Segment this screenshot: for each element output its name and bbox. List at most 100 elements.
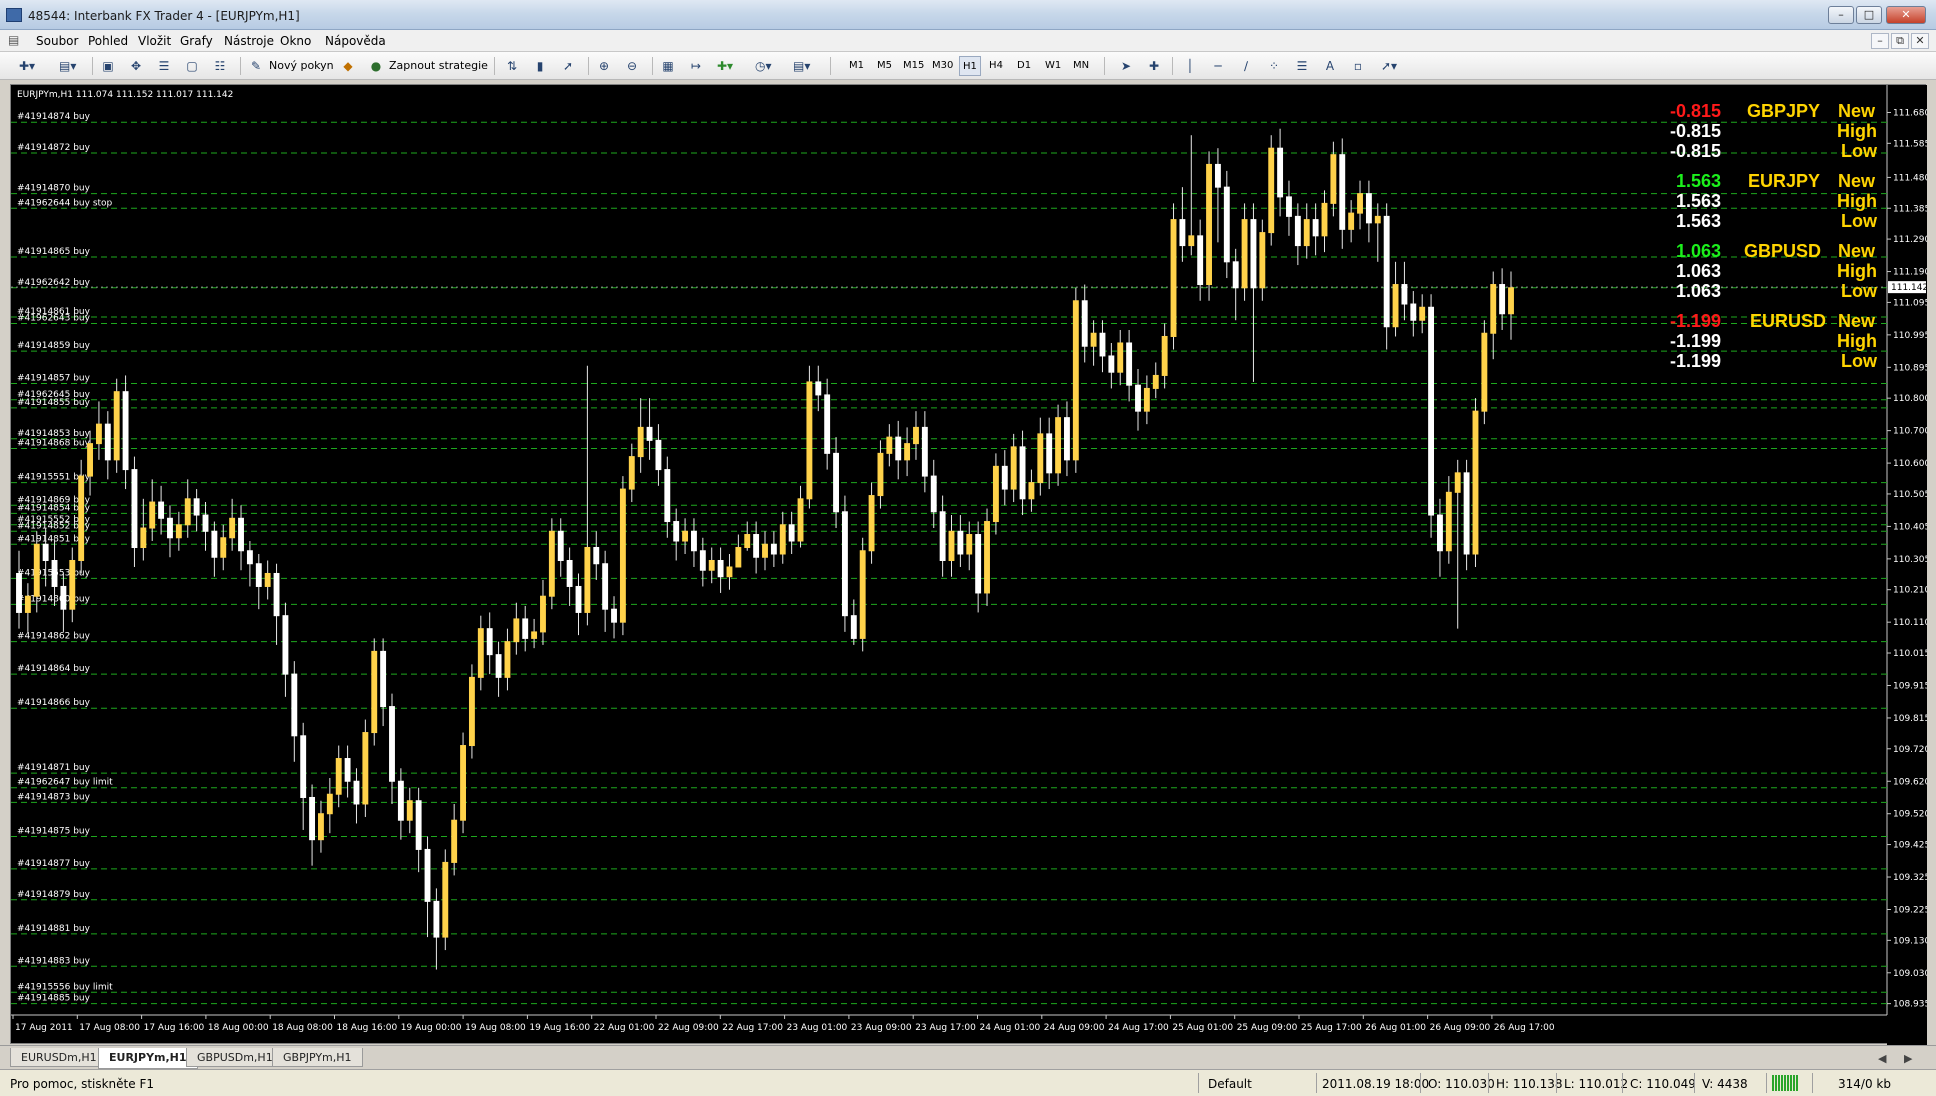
menu-pohled[interactable]: Pohled xyxy=(88,34,128,48)
candle-body xyxy=(1241,219,1248,289)
horizontal-line-icon[interactable]: ─ xyxy=(1208,56,1228,76)
candle-body xyxy=(1383,215,1390,328)
candle-body xyxy=(1508,287,1514,315)
templates-icon[interactable]: ▤▾ xyxy=(790,56,813,76)
timeframe-h4[interactable]: H4 xyxy=(986,56,1006,76)
price-label: 111.095 xyxy=(1893,298,1927,308)
candle-body xyxy=(699,550,706,571)
candle-body xyxy=(744,534,751,549)
timeframe-m1[interactable]: M1 xyxy=(846,56,867,76)
document-icon[interactable]: ▤ xyxy=(8,33,19,47)
candle-body xyxy=(1117,342,1124,373)
zoom-out-icon[interactable]: ⊖ xyxy=(622,56,642,76)
market-watch-icon[interactable]: ▣ xyxy=(98,56,118,76)
tab-eurusdm-h1[interactable]: EURUSDm,H1 xyxy=(10,1048,108,1067)
strategies-icon[interactable]: ● xyxy=(366,56,386,76)
candle-body xyxy=(1419,306,1426,321)
price-chart[interactable]: #41914874 buy #41914872 buy #41914870 buy #… xyxy=(10,84,1927,1045)
tester-icon[interactable]: ☷ xyxy=(210,56,230,76)
line-chart-icon[interactable]: ➚ xyxy=(558,56,578,76)
chart-restore-button[interactable]: ⧉ xyxy=(1891,33,1909,49)
timeframe-m15[interactable]: M15 xyxy=(900,56,927,76)
candle-body xyxy=(833,452,839,513)
navigator-icon[interactable]: ✥ xyxy=(126,56,146,76)
candle-body xyxy=(184,498,191,526)
text-icon[interactable]: A xyxy=(1320,56,1340,76)
price-label: 109.225 xyxy=(1893,905,1927,915)
tab-eurjpym-h1[interactable]: EURJPYm,H1 xyxy=(98,1048,198,1069)
fibonacci-icon[interactable]: ☰ xyxy=(1292,56,1312,76)
order-label: #41914873 buy xyxy=(17,792,91,802)
time-label: 26 Aug 09:00 xyxy=(1430,1023,1491,1033)
maximize-button[interactable]: □ xyxy=(1856,6,1882,24)
candle-body xyxy=(255,563,262,587)
close-button[interactable]: ✕ xyxy=(1886,6,1926,24)
new-order-button[interactable]: Nový pokyn xyxy=(266,56,337,76)
periods-icon[interactable]: ◷▾ xyxy=(752,56,775,76)
timeframe-m5[interactable]: M5 xyxy=(874,56,895,76)
candle-body xyxy=(1428,306,1435,516)
price-label: 109.815 xyxy=(1893,714,1927,724)
tab-gbpjpym-h1[interactable]: GBPJPYm,H1 xyxy=(272,1048,363,1067)
timeframe-w1[interactable]: W1 xyxy=(1042,56,1064,76)
candle-body xyxy=(566,559,573,587)
tile-windows-icon[interactable]: ▦ xyxy=(658,56,678,76)
profiles-icon[interactable]: ▤▾ xyxy=(56,56,79,76)
vertical-line-icon[interactable]: │ xyxy=(1180,56,1200,76)
arrows-icon[interactable]: ➚▾ xyxy=(1378,56,1400,76)
candle-body xyxy=(841,511,848,617)
candle-body xyxy=(797,498,804,542)
timeframe-d1[interactable]: D1 xyxy=(1014,56,1034,76)
timeframe-h1[interactable]: H1 xyxy=(959,56,981,76)
price-label: 108.935 xyxy=(1893,1000,1927,1010)
time-label: 25 Aug 17:00 xyxy=(1301,1023,1362,1033)
zoom-in-icon[interactable]: ⊕ xyxy=(594,56,614,76)
auto-scroll-icon[interactable]: ↦ xyxy=(686,56,706,76)
toggle-strategies-button[interactable]: Zapnout strategie xyxy=(386,56,491,76)
cursor-icon[interactable]: ➤ xyxy=(1116,56,1136,76)
price-label: 109.130 xyxy=(1893,936,1927,946)
tab-gbpusdm-h1[interactable]: GBPUSDm,H1 xyxy=(186,1048,284,1067)
candle-body xyxy=(1294,215,1301,247)
menu-soubor[interactable]: Soubor xyxy=(36,34,78,48)
text-label-icon[interactable]: ▫ xyxy=(1348,56,1368,76)
timeframe-m30[interactable]: M30 xyxy=(929,56,956,76)
price-label: 109.520 xyxy=(1893,810,1927,820)
candle-body xyxy=(611,608,617,623)
time-label: 26 Aug 01:00 xyxy=(1365,1023,1426,1033)
candle-body xyxy=(1046,433,1053,474)
menu-okno[interactable]: Okno xyxy=(280,34,311,48)
menu-napoveda[interactable]: Nápověda xyxy=(325,34,386,48)
candlestick-chart[interactable]: #41914874 buy #41914872 buy #41914870 buy #… xyxy=(11,85,1927,1045)
candle-body xyxy=(477,628,484,678)
time-label: 22 Aug 09:00 xyxy=(658,1023,719,1033)
candle-body xyxy=(1472,410,1479,555)
menu-grafy[interactable]: Grafy xyxy=(180,34,213,48)
tab-scroll-right-icon[interactable]: ▶ xyxy=(1904,1052,1912,1065)
folder-icon[interactable]: ☰ xyxy=(154,56,174,76)
terminal-icon[interactable]: ▢ xyxy=(182,56,202,76)
tab-scroll-left-icon[interactable]: ◀ xyxy=(1878,1052,1886,1065)
chart-minimize-button[interactable]: – xyxy=(1871,33,1889,49)
minimize-button[interactable]: – xyxy=(1828,6,1854,24)
menu-vlozit[interactable]: Vložit xyxy=(138,34,171,48)
candle-body xyxy=(1099,332,1106,357)
new-chart-icon[interactable]: ✚▾ xyxy=(16,56,38,76)
candlestick-icon[interactable]: ▮ xyxy=(530,56,550,76)
time-label: 24 Aug 17:00 xyxy=(1108,1023,1169,1033)
order-label: #41914866 buy xyxy=(17,698,91,708)
indicators-icon[interactable]: ✚▾ xyxy=(714,56,736,76)
timeframe-mn[interactable]: MN xyxy=(1070,56,1092,76)
chart-close-button[interactable]: ✕ xyxy=(1911,33,1929,49)
crosshair-icon[interactable]: ✚ xyxy=(1144,56,1164,76)
chart-tabs: EURUSDm,H1 EURJPYm,H1 GBPUSDm,H1 GBPJPYm… xyxy=(0,1045,1936,1069)
candle-body xyxy=(966,534,973,555)
trendline-icon[interactable]: ∕ xyxy=(1236,56,1256,76)
new-order-icon[interactable]: ✎ xyxy=(246,56,266,76)
menu-nastroje[interactable]: Nástroje xyxy=(224,34,274,48)
candle-body xyxy=(1312,219,1319,237)
candle-body xyxy=(1179,219,1186,247)
channel-icon[interactable]: ⁘ xyxy=(1264,56,1284,76)
metaeditor-icon[interactable]: ◆ xyxy=(338,56,358,76)
bar-chart-icon[interactable]: ⇅ xyxy=(502,56,522,76)
